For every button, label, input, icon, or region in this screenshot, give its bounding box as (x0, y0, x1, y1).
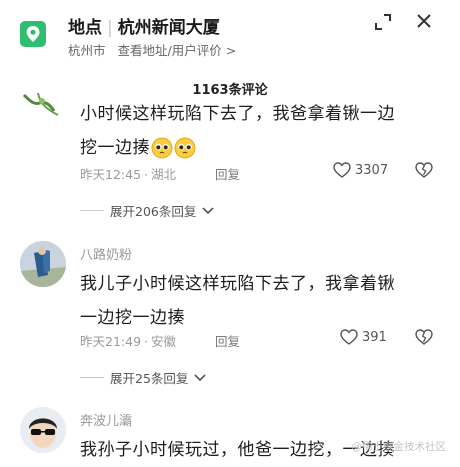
heart-icon (340, 329, 358, 345)
comment-text: 我儿子小时候这样玩陷下去了，我拿着锹 一边挖一边揍 (80, 267, 395, 335)
expand-replies-button[interactable]: 展开206条回复 (80, 201, 214, 220)
expand-replies-button[interactable]: 展开25条回复 (80, 368, 206, 387)
reply-button[interactable]: 回复 (215, 331, 240, 350)
pleading-face-emoji (174, 137, 196, 159)
comment-meta: 昨天12:45 · 湖北 (80, 167, 177, 182)
avatar[interactable] (20, 241, 66, 287)
comment-time: 昨天12:45 (80, 167, 142, 182)
comment-text: 小时候这样玩陷下去了，我爸拿着锹一边 挖一边揍 (80, 97, 395, 165)
avatar[interactable] (20, 407, 66, 453)
close-icon[interactable] (413, 10, 435, 32)
comment-time: 昨天21:49 (80, 334, 142, 349)
chevron-down-icon (194, 373, 206, 381)
location-pin-icon (20, 21, 46, 47)
expand-replies-label: 展开25条回复 (110, 371, 189, 386)
comment-text-line: 我孙子小时候玩过，他爸一边挖，一边揍 (80, 440, 395, 460)
comment-location: 安徽 (151, 334, 177, 349)
comment-meta: 昨天21:49 · 安徽 (80, 334, 177, 349)
city-label: 杭州市 (68, 43, 106, 58)
username[interactable]: 奔波儿灞 (80, 410, 132, 429)
reply-button[interactable]: 回复 (215, 164, 240, 183)
title-name: 杭州新闻大厦 (117, 18, 220, 38)
like-button[interactable]: 391 (340, 329, 387, 345)
page-title: 地点 | 杭州新闻大厦 (68, 13, 220, 38)
like-count: 3307 (355, 162, 389, 178)
pleading-face-emoji (151, 137, 173, 159)
title-divider: | (107, 18, 113, 38)
expand-replies-label: 展开206条回复 (110, 204, 197, 219)
comment-count: 1163条评论 (192, 83, 268, 98)
location-subtitle: 杭州市 查看地址/用户评价 > (68, 40, 236, 59)
address-review-link[interactable]: 查看地址/用户评价 > (118, 43, 237, 58)
dislike-icon[interactable] (415, 162, 433, 182)
avatar[interactable] (20, 93, 66, 123)
dislike-icon[interactable] (415, 329, 433, 349)
like-count: 391 (362, 329, 387, 345)
like-button[interactable]: 3307 (333, 162, 388, 178)
chevron-down-icon (202, 206, 214, 214)
comment-location: 湖北 (151, 167, 177, 182)
minimize-icon[interactable] (372, 11, 394, 33)
watermark: @稀土掘金技术社区 (351, 441, 447, 453)
comment-text-line: 小时候这样玩陷下去了，我爸拿着锹一边 (80, 104, 395, 124)
username[interactable]: 八路奶粉 (80, 244, 132, 263)
comment-text-line: 我儿子小时候这样玩陷下去了，我拿着锹 (80, 274, 395, 294)
comment-text: 我孙子小时候玩过，他爸一边挖，一边揍 (80, 433, 395, 467)
heart-icon (333, 162, 351, 178)
title-place-label: 地点 (68, 18, 102, 38)
comment-text-line: 挖一边揍 (80, 138, 150, 158)
